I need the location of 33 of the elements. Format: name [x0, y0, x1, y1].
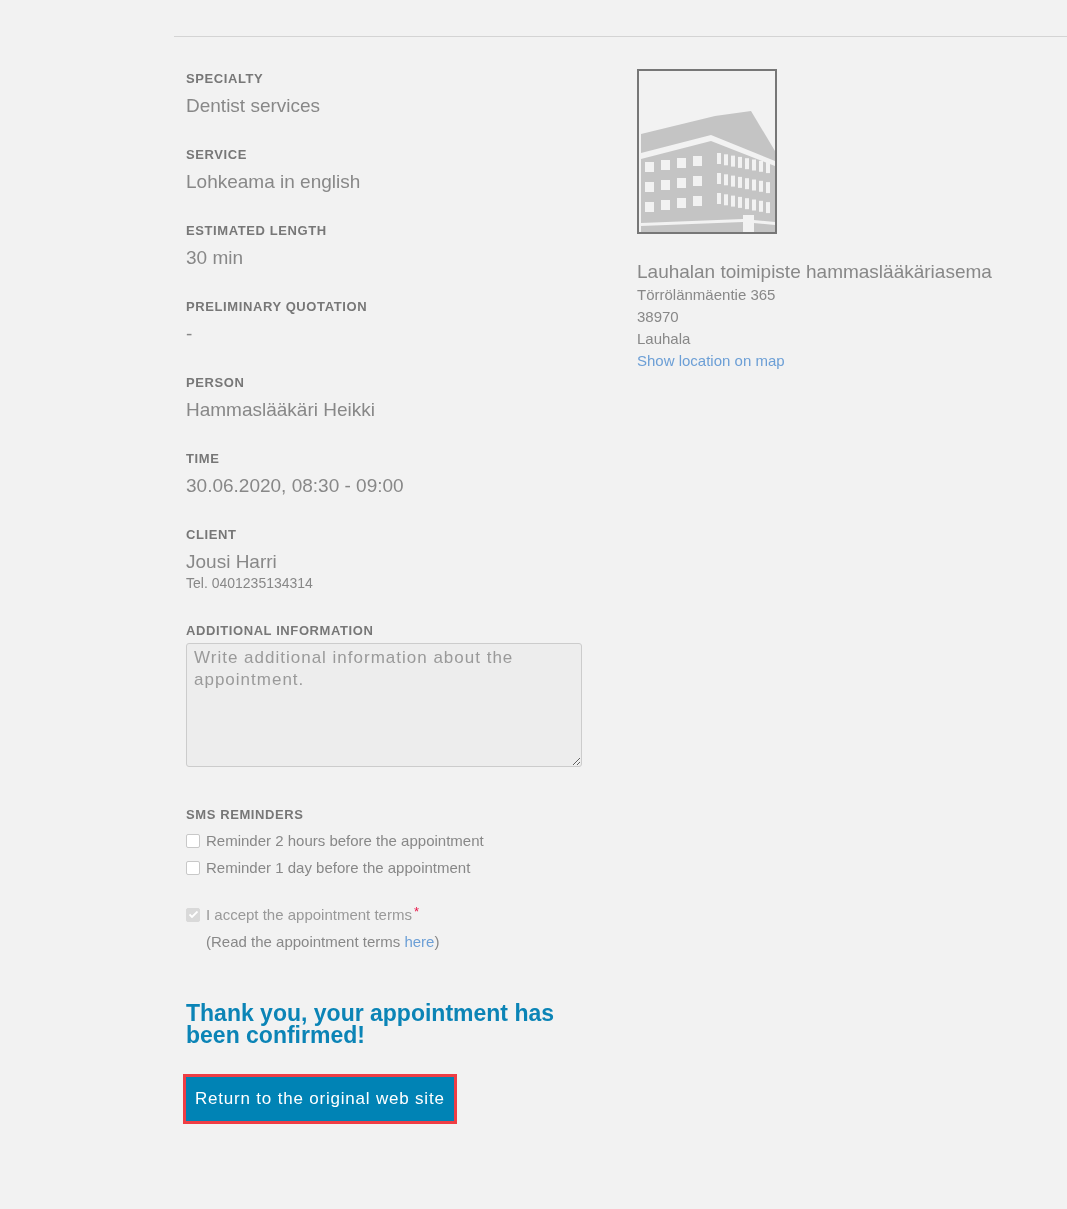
field-label: SERVICE [186, 147, 248, 163]
reminder-label: Reminder 1 day before the appointment [206, 857, 471, 878]
required-mark: * [413, 904, 419, 920]
field-label: PRELIMINARY QUOTATION [186, 299, 368, 315]
field-value: Dentist services [186, 94, 321, 118]
confirmation-heading: Thank you, your appointment has been confirmed! [186, 1002, 556, 1046]
field-value: 30.06.2020, 08:30 - 09:00 [186, 474, 404, 498]
terms-note: (Read the appointment terms here) [206, 932, 440, 952]
location-street: Törrölänmäentie 365 [637, 285, 776, 305]
field-label: CLIENT [186, 527, 237, 543]
checkbox[interactable] [186, 860, 200, 875]
field-label: PERSON [186, 375, 245, 391]
return-button[interactable]: Return to the original web site [183, 1074, 457, 1124]
client-phone: Tel. 0401235134314 [186, 574, 313, 592]
field-label: ADDITIONAL INFORMATION [186, 623, 374, 639]
field-label: ESTIMATED LENGTH [186, 223, 327, 239]
location-city: Lauhala [637, 329, 691, 349]
field-label: SPECIALTY [186, 71, 264, 87]
checkbox[interactable] [186, 833, 200, 848]
location-name: Lauhalan toimipiste hammaslääkäriasema [637, 260, 992, 284]
field-value: Lohkeama in english [186, 170, 361, 194]
reminder-label: Reminder 2 hours before the appointment [206, 830, 484, 851]
location-postal-code: 38970 [637, 307, 679, 327]
field-label: TIME [186, 451, 220, 467]
check-icon [188, 911, 198, 918]
map-link[interactable]: Show location on map [637, 350, 785, 372]
field-label: SMS REMINDERS [186, 807, 304, 823]
field-value: 30 min [186, 246, 244, 270]
field-value: - [186, 322, 193, 346]
terms-label: I accept the appointment terms [206, 904, 412, 925]
client-name: Jousi Harri [186, 550, 277, 574]
field-value: Hammaslääkäri Heikki [186, 398, 375, 422]
additional-info-field[interactable]: Write additional information about the appointment. [186, 643, 582, 767]
